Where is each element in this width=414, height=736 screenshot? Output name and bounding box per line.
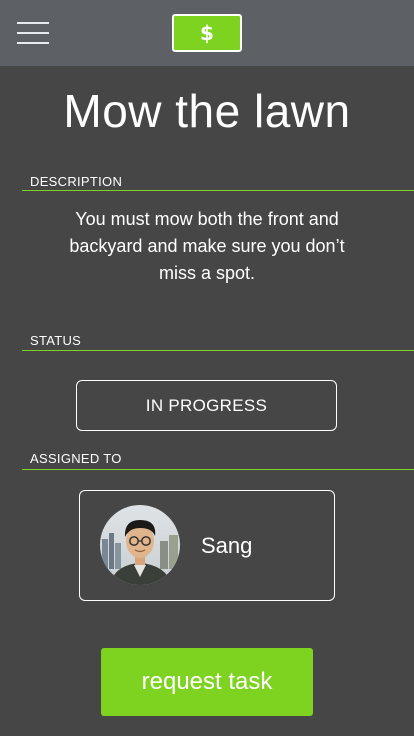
assignee-name: Sang xyxy=(201,533,253,558)
description-label: DESCRIPTION xyxy=(30,174,123,189)
hamburger-menu-icon[interactable] xyxy=(17,22,49,44)
description-divider xyxy=(22,190,414,191)
task-detail-screen: $ Mow the lawn DESCRIPTION You must mow … xyxy=(0,0,414,736)
status-label: STATUS xyxy=(30,333,82,348)
assigned-to-label: ASSIGNED TO xyxy=(30,451,122,466)
assigned-to-divider xyxy=(22,469,414,470)
menu-bar xyxy=(17,22,49,24)
top-bar: $ xyxy=(0,0,414,66)
task-description: You must mow both the front and backyard… xyxy=(69,209,345,283)
avatar-photo xyxy=(100,505,180,585)
menu-bar xyxy=(17,32,49,34)
request-task-button[interactable]: request task xyxy=(101,648,313,716)
avatar xyxy=(100,505,180,585)
menu-bar xyxy=(17,42,49,44)
dollar-icon: $ xyxy=(200,21,214,45)
task-title: Mow the lawn xyxy=(63,85,351,137)
assignee-card[interactable]: Sang xyxy=(79,490,335,601)
status-button[interactable]: IN PROGRESS xyxy=(76,380,337,431)
status-divider xyxy=(22,350,414,351)
balance-button[interactable]: $ xyxy=(172,14,242,52)
